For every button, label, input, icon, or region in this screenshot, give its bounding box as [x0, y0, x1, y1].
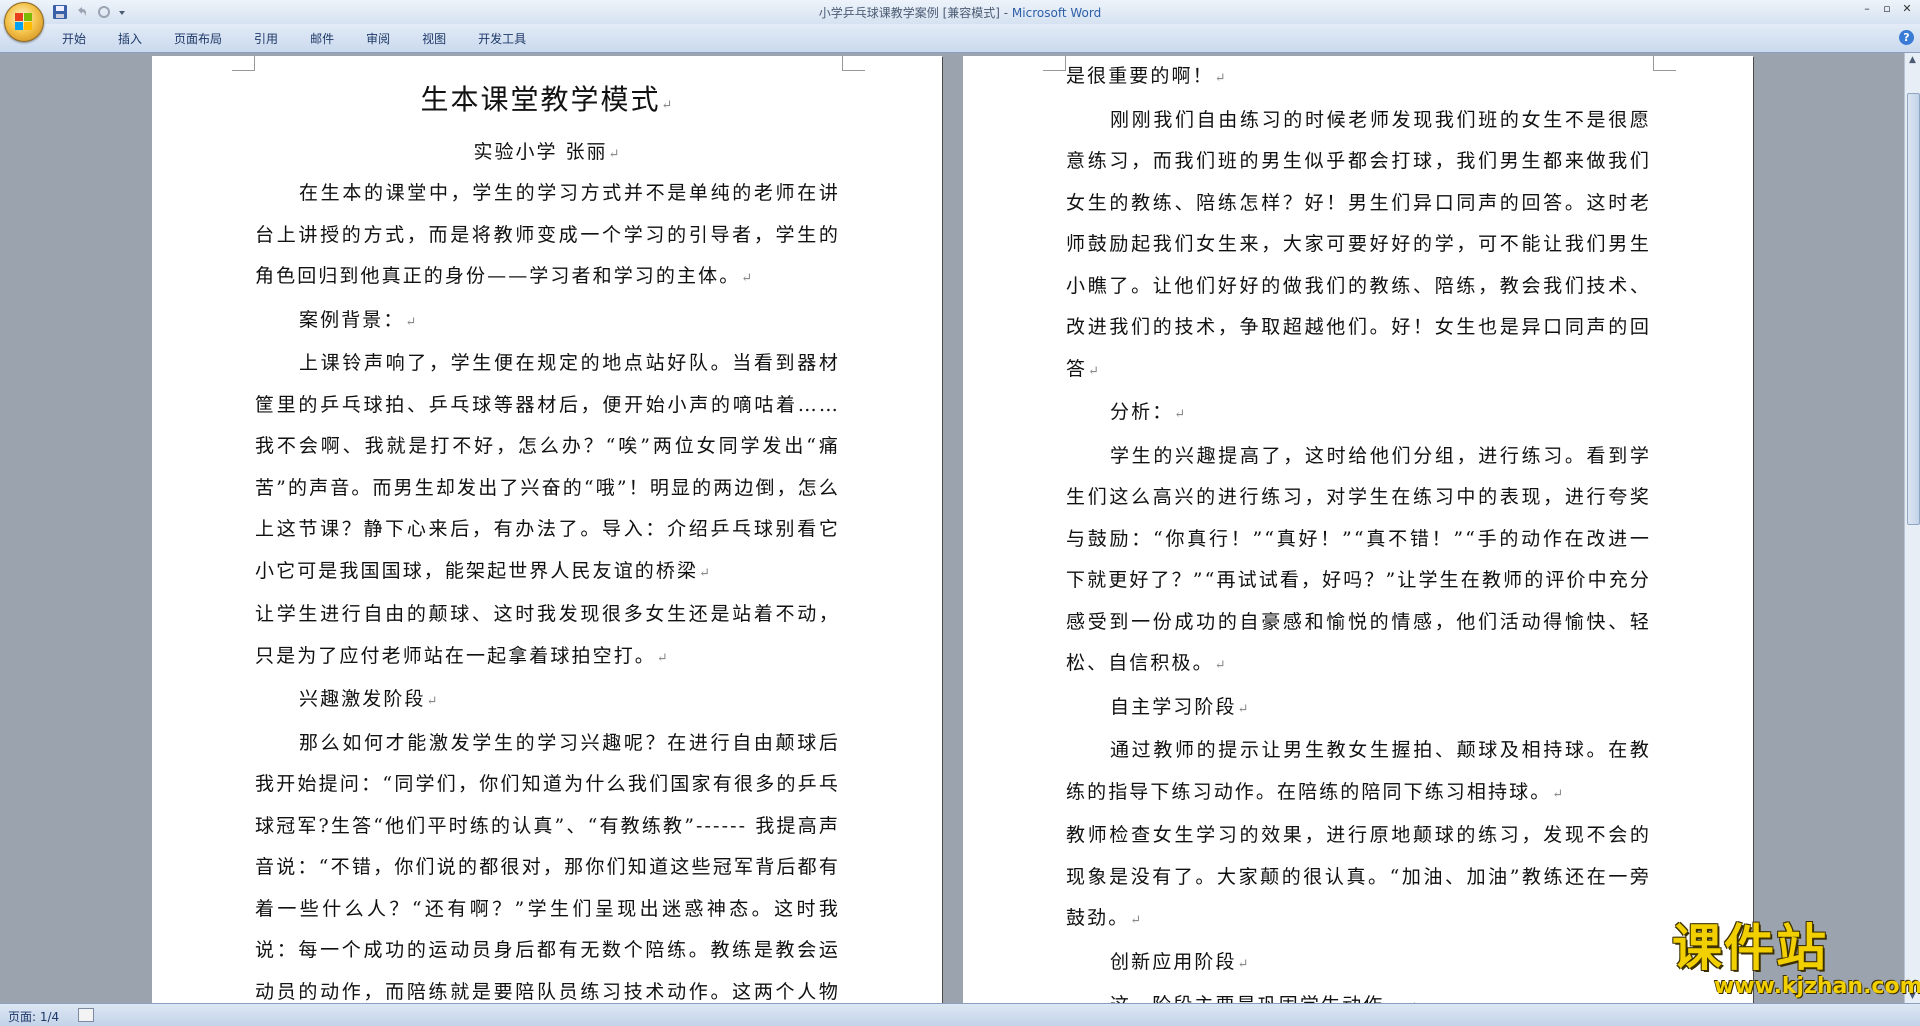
page-indicator[interactable]: 页面: 1/4: [8, 1008, 59, 1025]
watermark-text: 课件站: [1672, 919, 1828, 977]
page-1-content: 生本课堂教学模式↵ 实验小学 张丽↵ 在生本的课堂中，学生的学习方式并不是单纯的…: [255, 76, 840, 1003]
tab-insert[interactable]: 插入: [102, 30, 158, 48]
ribbon: 开始 插入 页面布局 引用 邮件 审阅 视图 开发工具 ?: [0, 24, 1920, 53]
watermark-url: www.kjzhan.com: [1714, 974, 1920, 999]
tab-home[interactable]: 开始: [50, 30, 102, 48]
tab-references[interactable]: 引用: [238, 30, 294, 48]
paragraph: 教师检查女生学习的效果，进行原地颠球的练习，发现不会的现象是没有了。大家颠的很认…: [1066, 824, 1651, 929]
crop-mark: [1653, 56, 1676, 71]
ribbon-tabs: 开始 插入 页面布局 引用 邮件 审阅 视图 开发工具: [50, 30, 542, 48]
office-logo-icon: [15, 13, 33, 31]
window-title: 小学乒乓球课教学案例 [兼容模式] - Microsoft Word: [0, 4, 1920, 21]
watermark: 课件站 www.kjzhan.com: [1672, 919, 1920, 1000]
paragraph: 兴趣激发阶段↵: [299, 688, 440, 710]
crop-mark: [232, 56, 255, 71]
paragraph: 分析：↵: [1110, 401, 1188, 423]
title-bar: 小学乒乓球课教学案例 [兼容模式] - Microsoft Word – ▫ ✕: [0, 0, 1920, 24]
document-area: 生本课堂教学模式↵ 实验小学 张丽↵ 在生本的课堂中，学生的学习方式并不是单纯的…: [0, 53, 1905, 1003]
proofing-icon[interactable]: [78, 1008, 94, 1022]
paragraph: 这一阶段主要是巩固学生动作。↵: [1066, 985, 1651, 1003]
app-name: Microsoft Word: [1011, 6, 1102, 20]
tab-mailings[interactable]: 邮件: [294, 30, 350, 48]
scroll-up-icon[interactable]: ▲: [1905, 53, 1920, 67]
minimize-button[interactable]: –: [1858, 2, 1876, 16]
crop-mark: [842, 56, 865, 71]
paragraph: 是很重要的啊！↵: [1066, 65, 1228, 87]
document-name: 小学乒乓球课教学案例 [兼容模式] -: [818, 6, 1012, 20]
close-button[interactable]: ✕: [1898, 2, 1916, 16]
paragraph: 通过教师的提示让男生教女生握拍、颠球及相持球。在教练的指导下练习动作。在陪练的陪…: [1066, 739, 1651, 803]
restore-button[interactable]: ▫: [1878, 2, 1896, 16]
paragraph: 刚刚我们自由练习的时候老师发现我们班的女生不是很愿意练习，而我们班的男生似乎都会…: [1066, 108, 1651, 380]
status-bar: 页面: 1/4: [0, 1003, 1920, 1026]
page-1[interactable]: 生本课堂教学模式↵ 实验小学 张丽↵ 在生本的课堂中，学生的学习方式并不是单纯的…: [152, 56, 942, 1003]
help-icon[interactable]: ?: [1899, 30, 1914, 45]
document-title: 生本课堂教学模式↵: [420, 83, 675, 116]
crop-mark: [1043, 56, 1066, 71]
window-controls: – ▫ ✕: [1858, 2, 1916, 16]
paragraph: 学生的兴趣提高了，这时给他们分组，进行练习。看到学生们这么高兴的进行练习，对学生…: [1066, 444, 1651, 675]
paragraph: 让学生进行自由的颠球、这时我发现很多女生还是站着不动，只是为了应付老师站在一起拿…: [255, 603, 840, 667]
office-button[interactable]: [4, 2, 44, 42]
paragraph: 案例背景：↵: [299, 308, 419, 331]
paragraph: 上课铃声响了，学生便在规定的地点站好队。当看到器材筐里的乒乓球拍、乒乓球等器材后…: [255, 352, 840, 582]
page-2[interactable]: 是很重要的啊！↵ 刚刚我们自由练习的时候老师发现我们班的女生不是很愿意练习，而我…: [963, 56, 1753, 1003]
tab-page-layout[interactable]: 页面布局: [158, 30, 238, 48]
scrollbar-thumb[interactable]: [1907, 93, 1920, 525]
tab-review[interactable]: 审阅: [350, 30, 406, 48]
paragraph: 那么如何才能激发学生的学习兴趣呢？在进行自由颠球后我开始提问：“同学们，你们知道…: [255, 731, 840, 1003]
paragraph: 自主学习阶段↵: [1110, 695, 1251, 718]
paragraph: 创新应用阶段↵: [1110, 950, 1251, 973]
vertical-scrollbar[interactable]: ▲ ▼: [1904, 53, 1920, 1003]
document-author: 实验小学 张丽↵: [473, 141, 622, 163]
page-2-content: 是很重要的啊！↵ 刚刚我们自由练习的时候老师发现我们班的女生不是很愿意练习，而我…: [1066, 56, 1651, 1003]
tab-developer[interactable]: 开发工具: [462, 30, 542, 48]
paragraph: 在生本的课堂中，学生的学习方式并不是单纯的老师在讲台上讲授的方式，而是将教师变成…: [255, 182, 840, 287]
tab-view[interactable]: 视图: [406, 30, 462, 48]
